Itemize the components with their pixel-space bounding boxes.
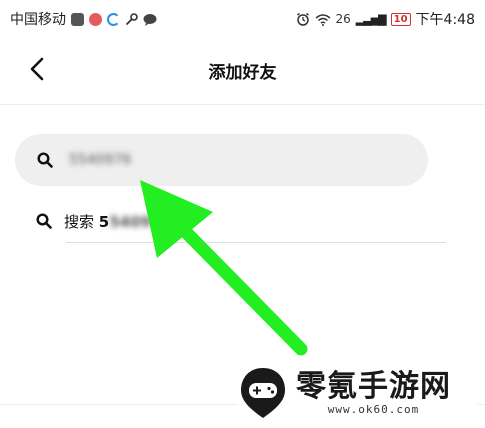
page-title: 添加好友 [208,63,277,83]
alarm-icon [296,12,309,26]
search-bar[interactable] [15,134,428,186]
status-right: 26 ▂▃▅▇ 10 下午4:48 [296,9,475,29]
network-type-label: 26 [335,12,351,26]
header: 添加好友 [0,38,485,105]
notification-target-icon [89,12,102,26]
message-icon [143,13,157,26]
notification-app-icon [71,12,84,26]
watermark: 零氪手游网 www.ok60.com [238,364,478,422]
key-icon [125,12,138,25]
suggestion-prefix: 搜索 [64,212,95,231]
notification-loading-icon [107,12,120,26]
search-suggestion-item[interactable]: 搜索 5540976 [36,200,446,242]
suggestion-query-blurred: 540976 [109,212,172,231]
suggestion-divider [66,242,446,243]
carrier-label: 中国移动 [10,12,66,28]
clock-label: 下午4:48 [415,12,475,28]
gamepad-logo-icon [241,368,285,418]
wifi-icon [315,13,330,26]
battery-icon: 10 [390,12,411,26]
watermark-url: www.ok60.com [327,402,420,416]
status-left: 中国移动 [10,9,157,29]
search-icon [36,213,52,229]
signal-icon: ▂▃▅▇ [355,12,387,26]
suggestion-query: 5 [98,212,110,231]
search-suggestion-label: 搜索 5540976 [64,211,172,232]
watermark-text: 零氪手游网 www.ok60.com [296,368,451,416]
status-bar: 中国移动 26 ▂▃▅▇ 10 下午4:48 [0,0,485,38]
search-input[interactable] [67,151,271,169]
watermark-brand: 零氪手游网 [296,368,451,404]
search-icon [37,152,53,168]
